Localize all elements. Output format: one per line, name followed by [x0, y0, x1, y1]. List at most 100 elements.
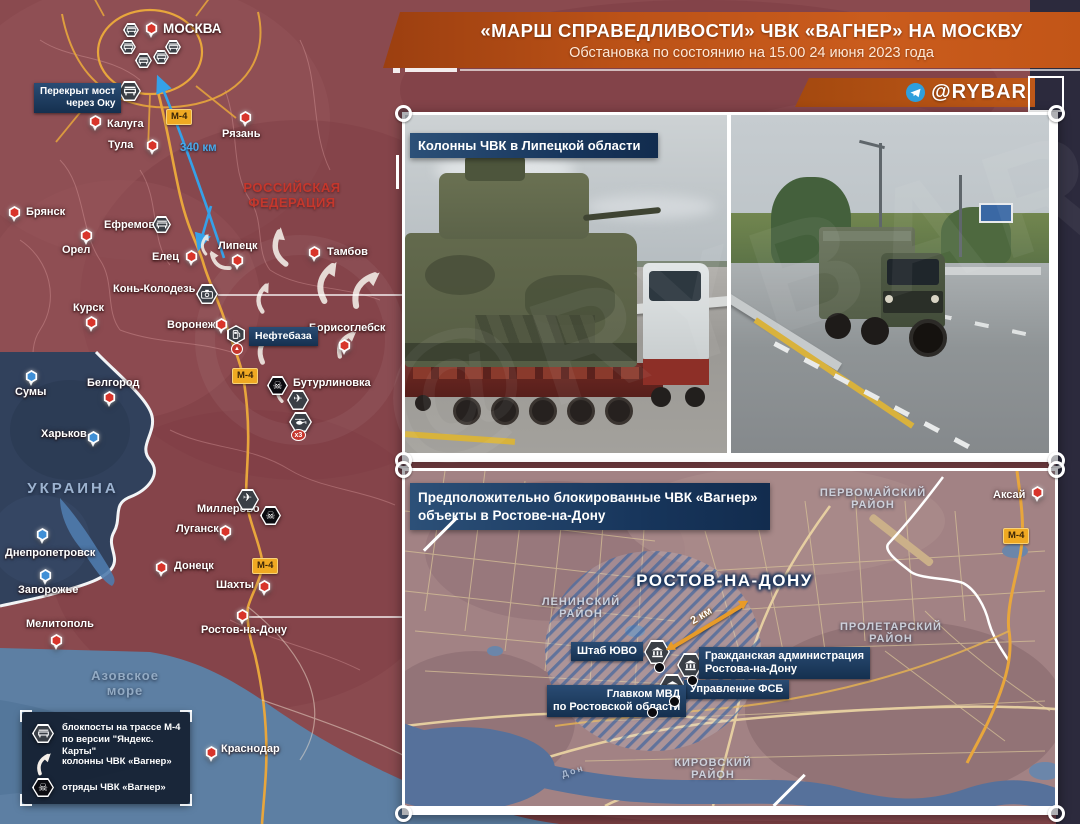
infographic-root: «МАРШ СПРАВЕДЛИВОСТИ» ЧВК «ВАГНЕР» НА МО… — [0, 0, 1080, 824]
city-belgorod: Белгород — [87, 377, 139, 389]
column-arrow-icon — [33, 752, 53, 776]
marker-melitopol — [50, 634, 63, 647]
city-oryol: Орел — [62, 244, 90, 256]
legend-item-units: отряды ЧВК «Вагнер» — [62, 782, 166, 794]
photos-panel: @RYBAR Колонны ЧВК в Липецкой области — [402, 112, 1058, 462]
city-krasnodar: Краснодар — [221, 743, 280, 755]
city-rostov: Ростов-на-Дону — [201, 624, 287, 636]
city-donetsk: Донецк — [174, 560, 214, 572]
wagner-unit-icon: ☠ — [267, 376, 288, 395]
building-subicon — [647, 707, 658, 718]
city-ryazan: Рязань — [222, 128, 260, 140]
label-russia: РОССИЙСКАЯ ФЕДЕРАЦИЯ — [232, 180, 352, 210]
aircraft-icon: ✈ — [287, 390, 309, 410]
legend-item-columns: колонны ЧВК «Вагнер» — [62, 756, 172, 768]
banner-subtitle: Обстановка по состоянию на 15.00 24 июня… — [569, 45, 934, 61]
marker-belgorod — [103, 391, 116, 404]
rybar-handle: @RYBAR — [931, 81, 1027, 104]
checkpoint-icon — [165, 40, 181, 54]
fire-icon: ▲ — [231, 343, 243, 355]
city-zaporozhye: Запорожье — [18, 584, 78, 596]
neftebaza-plate: Нефтебаза — [249, 327, 318, 346]
legend-item-checkpoints: блокпосты на трассе М-4 по версии "Яндек… — [62, 722, 190, 758]
marker-oryol — [80, 229, 93, 242]
photos-title: Колонны ЧВК в Липецкой области — [410, 133, 658, 158]
rybar-badge: @RYBAR — [795, 78, 1035, 107]
city-voronezh: Воронеж — [167, 319, 216, 331]
city-lipetsk: Липецк — [218, 240, 258, 252]
marker-krasnodar — [205, 746, 218, 759]
object-mvd: Главком МВД по Ростовской области — [547, 685, 686, 717]
object-administration: Гражданская администрация Ростова-на-Дон… — [699, 647, 870, 679]
wagner-unit-icon: ☠ — [32, 778, 54, 797]
district-kirovsky: КИРОВСКИЙ РАЙОН — [667, 757, 759, 781]
city-kon-kolodez: Конь-Колодезь — [113, 283, 195, 295]
marker-rostov — [236, 609, 249, 622]
marker-sumy — [25, 370, 38, 383]
city-borisoglebsk: Борисоглебск — [309, 322, 385, 334]
marker-borisoglebsk — [338, 339, 351, 352]
marker-lugansk — [219, 525, 232, 538]
marker-bryansk — [8, 206, 21, 219]
city-shakhty: Шахты — [216, 579, 254, 591]
city-melitopol: Мелитополь — [26, 618, 94, 630]
marker-kharkov — [87, 431, 100, 444]
building-subicon — [654, 662, 665, 673]
m4-badge: М-4 — [252, 558, 278, 574]
marker-zaporozhye — [39, 569, 52, 582]
city-yelets: Елец — [152, 251, 179, 263]
district-proletarsky: ПРОЛЕТАРСКИЙ РАЙОН — [835, 621, 947, 645]
wagner-unit-icon: ☠ — [260, 506, 281, 525]
m4-badge: М-4 — [166, 109, 192, 125]
city-tambov: Тамбов — [327, 246, 368, 258]
city-efremov: Ефремов — [104, 219, 155, 231]
building-subicon — [687, 675, 698, 686]
distance-label: 340 км — [180, 142, 217, 154]
photo-convoy-trailer — [405, 115, 727, 453]
rostov-title: Предположительно блокированные ЧВК «Вагн… — [410, 483, 770, 530]
city-kursk: Курск — [73, 302, 104, 314]
camera-icon — [196, 284, 218, 304]
m4-badge: М-4 — [232, 368, 258, 384]
district-leninsky: ЛЕНИНСКИЙ РАЙОН — [535, 596, 627, 620]
rostov-city-label: РОСТОВ-НА-ДОНУ — [627, 571, 822, 591]
label-ukraine: УКРАИНА — [18, 480, 128, 497]
city-aksai: Аксай — [993, 489, 1025, 501]
city-sumy: Сумы — [15, 386, 46, 398]
city-kharkov: Харьков — [41, 428, 87, 440]
marker-lipetsk — [231, 254, 244, 267]
marker-tambov — [308, 246, 321, 259]
checkpoint-icon — [152, 216, 171, 233]
object-fsb: Управление ФСБ — [684, 680, 789, 699]
aircraft-icon: ✈ — [236, 489, 259, 510]
marker-kaluga — [89, 115, 102, 128]
marker-tula — [146, 139, 159, 152]
rostov-panel: ЛЕНИНСКИЙ РАЙОН ПЕРВОМАЙСКИЙ РАЙОН ПРОЛЕ… — [402, 468, 1058, 815]
photo-truck-highway — [731, 115, 1049, 453]
title-banner: «МАРШ СПРАВЕДЛИВОСТИ» ЧВК «ВАГНЕР» НА МО… — [383, 12, 1080, 68]
checkpoint-icon — [135, 53, 152, 68]
marker-ryazan — [239, 111, 252, 124]
checkpoint-icon — [123, 23, 139, 37]
checkpoint-icon — [120, 40, 136, 54]
city-tula: Тула — [108, 139, 133, 151]
district-pervomaysky: ПЕРВОМАЙСКИЙ РАЙОН — [817, 487, 929, 511]
marker-moscow — [145, 22, 158, 35]
m4-badge-rostov: М-4 — [1003, 528, 1029, 544]
banner-title: «МАРШ СПРАВЕДЛИВОСТИ» ЧВК «ВАГНЕР» НА МО… — [480, 20, 1022, 42]
x3-badge: x3 — [291, 429, 306, 441]
city-moscow: МОСКВА — [163, 21, 222, 36]
marker-aksai — [1031, 486, 1044, 499]
object-shtab-uvo: Штаб ЮВО — [571, 642, 643, 661]
marker-donetsk — [155, 561, 168, 574]
checkpoint-icon — [32, 724, 54, 743]
label-azov-sea: Азовское море — [70, 668, 180, 698]
city-kaluga: Калуга — [107, 118, 144, 130]
city-dnepropetrovsk: Днепропетровск — [5, 547, 95, 559]
marker-kursk — [85, 316, 98, 329]
bridge-note-plate: Перекрыт мост через Оку — [34, 83, 121, 113]
telegram-icon — [906, 83, 925, 102]
city-lugansk: Луганск — [176, 523, 219, 535]
city-buturlinovka: Бутурлиновка — [293, 377, 371, 389]
legend: блокпосты на трассе М-4 по версии "Яндек… — [22, 712, 190, 804]
